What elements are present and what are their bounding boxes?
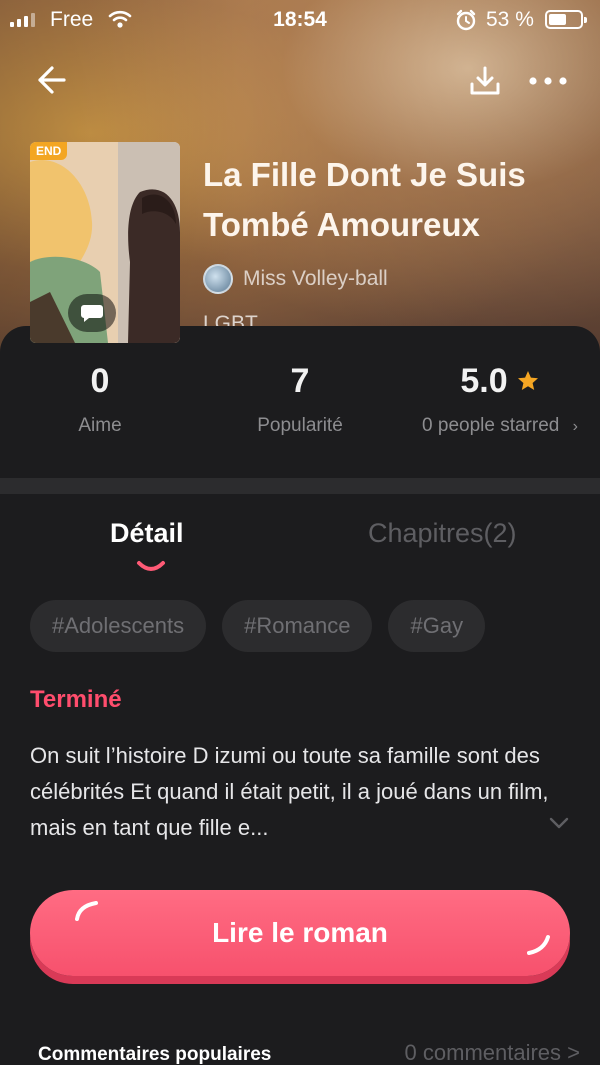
likes-label: Aime: [78, 415, 122, 436]
read-button-label: Lire le roman: [212, 917, 388, 948]
read-novel-button[interactable]: Lire le roman: [30, 890, 570, 976]
popularity-count: 7: [290, 362, 310, 400]
popularity-label: Popularité: [257, 415, 343, 436]
chevron-down-icon[interactable]: [548, 816, 570, 830]
button-shine: [75, 901, 98, 921]
chat-icon: [68, 294, 116, 332]
battery-icon: [545, 10, 587, 29]
section-divider: [0, 478, 600, 494]
tag-chip[interactable]: #Gay: [388, 600, 486, 652]
end-badge: END: [30, 142, 68, 160]
rating-value: 5.0: [460, 362, 508, 400]
tab-bar: Détail Chapitres(2): [0, 510, 600, 580]
stat-popularity: 7 Popularité: [240, 355, 360, 437]
author-name[interactable]: Miss Volley-ball: [243, 267, 388, 291]
completion-status: Terminé: [30, 686, 122, 713]
stat-likes: 0 Aime: [40, 355, 160, 437]
rating-label-row[interactable]: 0 people starred ›: [405, 415, 595, 437]
tab-detail[interactable]: Détail: [110, 518, 184, 549]
chevron-right-icon: ›: [572, 418, 578, 435]
stats-row: 0 Aime 7 Popularité 5.0 0 people starred…: [0, 355, 600, 455]
button-shine: [527, 935, 550, 955]
tab-chapters[interactable]: Chapitres(2): [368, 518, 517, 549]
download-icon[interactable]: [466, 62, 504, 100]
back-arrow-icon[interactable]: [30, 60, 70, 100]
rating-row: 5.0: [405, 355, 595, 407]
tag-chip[interactable]: #Romance: [222, 600, 373, 652]
more-icon[interactable]: [525, 62, 571, 100]
comments-count-link[interactable]: 0 commentaires >: [405, 1040, 580, 1065]
book-title: La Fille Dont Je Suis Tombé Amoureux: [203, 156, 526, 243]
star-icon: [517, 371, 538, 390]
battery-percent: 53 %: [486, 8, 534, 31]
likes-count: 0: [90, 362, 110, 400]
rating-label: 0 people starred: [422, 415, 560, 436]
status-bar: Free 18:54 53 %: [0, 0, 600, 40]
author-row[interactable]: Miss Volley-ball: [203, 264, 388, 294]
tag-chip[interactable]: #Adolescents: [30, 600, 207, 652]
stat-rating[interactable]: 5.0 0 people starred ›: [405, 355, 595, 437]
alarm-icon: [456, 9, 476, 31]
book-cover[interactable]: END: [30, 142, 180, 343]
tag-list: #Adolescents #Romance #Gay: [30, 600, 486, 652]
comments-title: Commentaires populaires: [38, 1044, 272, 1065]
synopsis-text[interactable]: On suit l’histoire D izumi ou toute sa f…: [30, 738, 550, 846]
author-avatar[interactable]: [203, 264, 233, 294]
tab-indicator: [137, 561, 165, 571]
